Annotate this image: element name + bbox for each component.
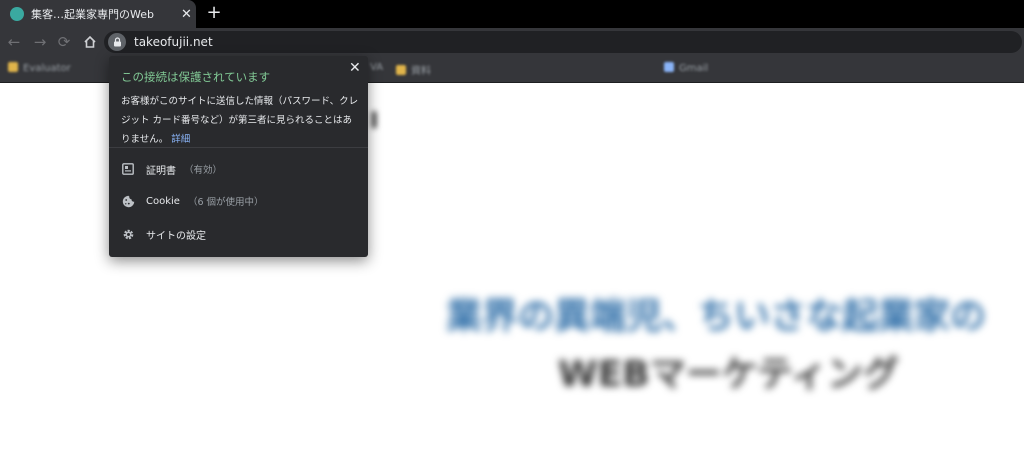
bookmark-item[interactable]: Gmail <box>664 62 708 74</box>
site-logo[interactable]: I <box>370 109 378 134</box>
reload-icon[interactable]: ⟳ <box>54 32 74 52</box>
certificate-icon <box>121 162 135 176</box>
tab-title: 集客…起業家専門のWeb <box>31 8 154 21</box>
site-info-button[interactable] <box>108 33 126 51</box>
certificate-status: （有効） <box>184 165 223 176</box>
home-icon[interactable] <box>80 32 100 52</box>
browser-tab[interactable]: 集客…起業家専門のWeb ✕ <box>0 0 196 28</box>
back-icon[interactable]: ← <box>4 32 24 52</box>
bookmark-icon <box>8 62 18 72</box>
bookmark-item[interactable]: 資料 <box>396 62 431 77</box>
bookmark-icon <box>664 62 674 72</box>
lock-icon <box>113 37 121 47</box>
browser-toolbar: ← → ⟳ takeofujii.net <box>0 28 1024 56</box>
bookmark-label: Gmail <box>679 63 709 74</box>
bookmark-item[interactable]: VA <box>370 62 383 73</box>
bookmark-label: Evaluator <box>23 63 71 74</box>
bookmark-label: 資料 <box>411 66 431 77</box>
divider <box>109 147 368 148</box>
site-info-popup: この接続は保護されています ✕ お客様がこのサイトに送信した情報（パスワード、ク… <box>109 56 368 257</box>
site-favicon-icon <box>10 7 24 21</box>
connection-secure-title: この接続は保護されています <box>121 70 271 84</box>
hero-heading-line1: 業界の異端児、ちいさな起業家の <box>446 296 987 337</box>
details-link[interactable]: 詳細 <box>171 134 190 145</box>
tab-strip: 集客…起業家専門のWeb ✕ + <box>0 0 1024 28</box>
bookmark-item[interactable]: Evaluator <box>8 62 71 74</box>
url-text: takeofujii.net <box>134 35 213 49</box>
gear-icon <box>121 227 135 241</box>
certificate-row[interactable]: 証明書 （有効） <box>109 154 368 184</box>
site-settings-label: サイトの設定 <box>146 230 206 242</box>
cookie-row[interactable]: Cookie （6 個が使用中） <box>109 186 368 216</box>
new-tab-button[interactable]: + <box>204 3 224 23</box>
address-bar[interactable]: takeofujii.net <box>104 31 1022 53</box>
connection-description: お客様がこのサイトに送信した情報（パスワード、クレジット カード番号など）が第三… <box>121 92 359 149</box>
bookmark-label: VA <box>370 62 384 73</box>
close-icon[interactable]: ✕ <box>349 60 361 76</box>
connection-description-text: お客様がこのサイトに送信した情報（パスワード、クレジット カード番号など）が第三… <box>121 96 359 145</box>
cookie-label: Cookie <box>146 195 180 207</box>
certificate-label: 証明書 <box>146 165 176 177</box>
forward-icon[interactable]: → <box>30 32 50 52</box>
tab-close-icon[interactable]: ✕ <box>181 7 192 22</box>
bookmark-icon <box>396 65 406 75</box>
cookie-count: （6 個が使用中） <box>187 197 264 208</box>
hero-heading-line2: WEBマーケティング <box>558 354 899 395</box>
site-settings-row[interactable]: サイトの設定 <box>109 219 368 249</box>
cookie-icon <box>121 194 135 208</box>
